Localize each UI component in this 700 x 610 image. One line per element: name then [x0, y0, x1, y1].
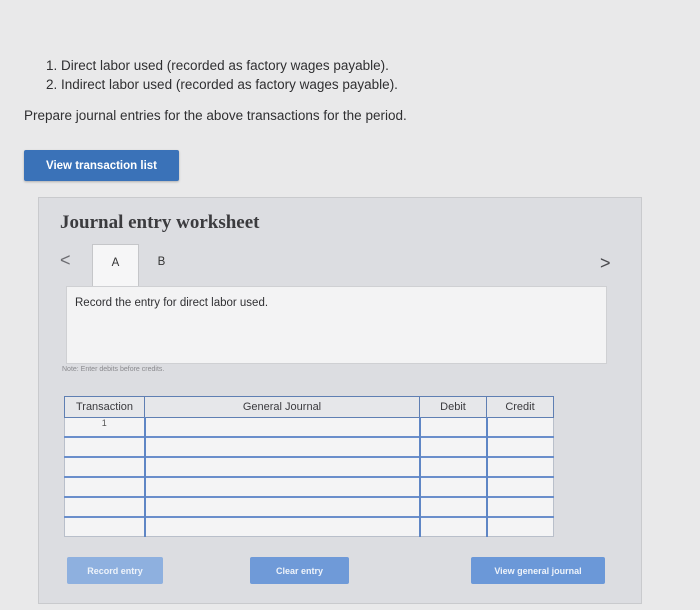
note-text: Note: Enter debits before credits. — [62, 366, 165, 373]
record-entry-button[interactable]: Record entry — [67, 557, 163, 584]
transaction-cell: 1 — [64, 417, 145, 438]
table-row — [64, 516, 554, 537]
account-cell[interactable] — [143, 496, 420, 518]
tab-a-label: A — [111, 257, 120, 269]
chevron-right-icon[interactable]: > — [600, 253, 611, 274]
prompt-text: Prepare journal entries for the above tr… — [24, 108, 407, 123]
view-general-journal-button[interactable]: View general journal — [471, 557, 605, 584]
instruction-2: 2. Indirect labor used (recorded as fact… — [46, 77, 398, 92]
transaction-cell — [64, 496, 145, 518]
account-cell[interactable] — [143, 456, 420, 478]
worksheet-title: Journal entry worksheet — [60, 212, 260, 233]
debit-cell[interactable] — [418, 516, 487, 537]
journal-table: Transaction General Journal Debit Credit… — [64, 396, 554, 537]
account-cell[interactable] — [143, 417, 420, 438]
transaction-cell — [64, 516, 145, 537]
entry-instruction-box: Record the entry for direct labor used. — [66, 286, 607, 364]
credit-cell[interactable] — [485, 456, 554, 478]
account-cell[interactable] — [143, 476, 420, 498]
transaction-cell — [64, 456, 145, 478]
credit-cell[interactable] — [485, 436, 554, 458]
transaction-cell — [64, 436, 145, 458]
debit-cell[interactable] — [418, 496, 487, 518]
credit-cell[interactable] — [485, 417, 554, 438]
table-row — [64, 496, 554, 518]
tab-b-label: B — [157, 256, 166, 268]
debit-cell[interactable] — [418, 476, 487, 498]
credit-cell[interactable] — [485, 476, 554, 498]
debit-cell[interactable] — [418, 456, 487, 478]
header-general-journal: General Journal — [144, 396, 420, 418]
view-transaction-list-button[interactable]: View transaction list — [24, 150, 179, 181]
header-credit: Credit — [486, 396, 554, 418]
table-row — [64, 436, 554, 458]
header-debit: Debit — [419, 396, 487, 418]
credit-cell[interactable] — [485, 516, 554, 537]
account-cell[interactable] — [143, 436, 420, 458]
table-row — [64, 456, 554, 478]
tab-b[interactable]: B — [139, 244, 184, 286]
table-row: 1 — [64, 417, 554, 438]
table-row — [64, 476, 554, 498]
credit-cell[interactable] — [485, 496, 554, 518]
header-transaction: Transaction — [64, 396, 145, 418]
entry-instruction: Record the entry for direct labor used. — [75, 297, 269, 309]
debit-cell[interactable] — [418, 436, 487, 458]
chevron-left-icon[interactable]: < — [60, 250, 71, 271]
instruction-1: 1. Direct labor used (recorded as factor… — [46, 58, 389, 73]
journal-entry-worksheet: Journal entry worksheet < A B > Record t… — [38, 197, 642, 604]
clear-entry-button[interactable]: Clear entry — [250, 557, 349, 584]
tab-a[interactable]: A — [92, 244, 139, 287]
debit-cell[interactable] — [418, 417, 487, 438]
instructions-list: 1. Direct labor used (recorded as factor… — [46, 56, 398, 94]
transaction-cell — [64, 476, 145, 498]
account-cell[interactable] — [143, 516, 420, 537]
